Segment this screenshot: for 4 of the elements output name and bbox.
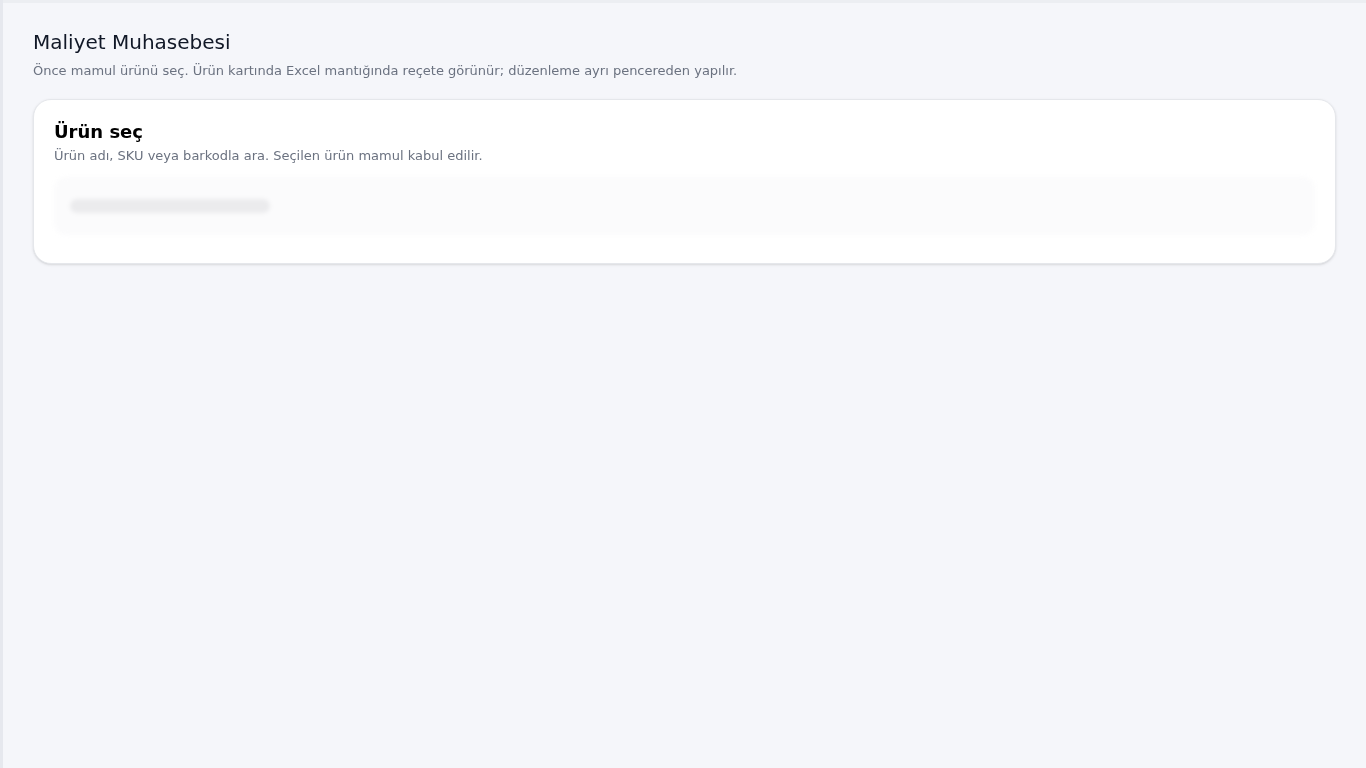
card-title: Ürün seç <box>54 119 144 144</box>
page-title: Maliyet Muhasebesi <box>33 29 232 55</box>
card-hint: Ürün adı, SKU veya barkodla ara. Seçilen ürün mamul kabul edilir. <box>54 146 484 165</box>
page-subtitle: Önce mamul ürünü seç. Ürün kartında Excel mantığında reçete görünür; düzenleme ayrı pencereden yapılır. <box>33 62 739 80</box>
